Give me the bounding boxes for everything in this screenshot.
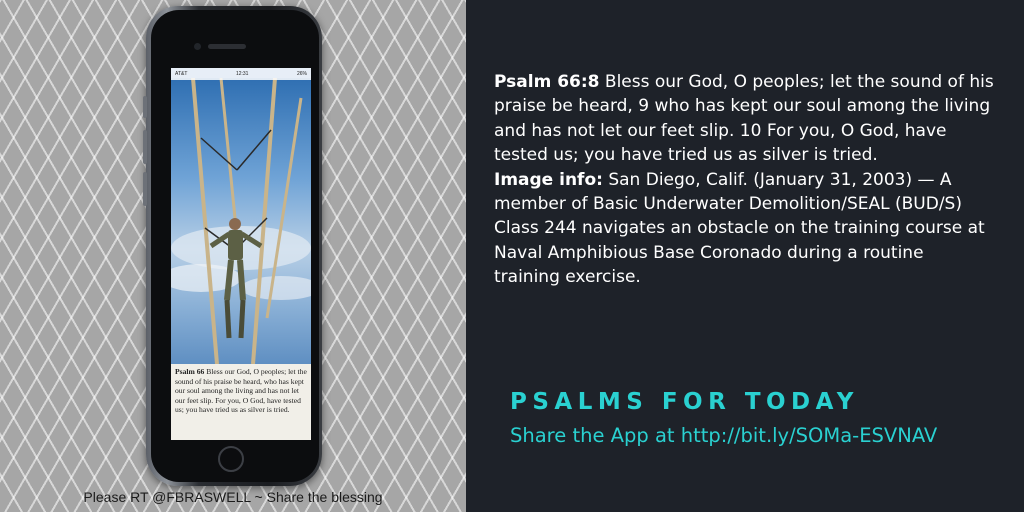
brand-title: PSALMS FOR TODAY [510,389,859,415]
screen-verse-ref: Psalm 66 [175,367,205,376]
share-app-link[interactable]: Share the App at http://bit.ly/SOMa-ESVN… [510,424,937,447]
status-battery: 26% [296,71,307,77]
home-button [218,446,244,472]
status-carrier: AT&T [175,71,188,77]
front-camera [194,43,201,50]
share-caption: Please RT @FBRASWELL ~ Share the blessin… [83,489,383,505]
phone-side-button [143,96,147,118]
screen-verse-card: Psalm 66 Bless our God, O peoples; let t… [171,364,311,440]
background-lattice-panel: AT&T 12:31 26% Psalm 66 Bless our God, O… [0,0,466,512]
verse-reference: Psalm 66:8 [494,72,600,92]
verse-block: Psalm 66:8 Bless our God, O peoples; let… [494,70,994,290]
rope-obstacle-illustration [171,77,311,365]
screen-photo [171,77,311,365]
phone-status-bar: AT&T 12:31 26% [171,68,311,80]
phone-mockup: AT&T 12:31 26% Psalm 66 Bless our God, O… [143,6,322,486]
earpiece-speaker [208,44,246,49]
image-info-label: Image info: [494,169,603,190]
volume-down-button [143,172,147,206]
volume-up-button [143,130,147,164]
status-time: 12:31 [235,71,249,77]
phone-screen: AT&T 12:31 26% Psalm 66 Bless our God, O… [171,68,311,440]
